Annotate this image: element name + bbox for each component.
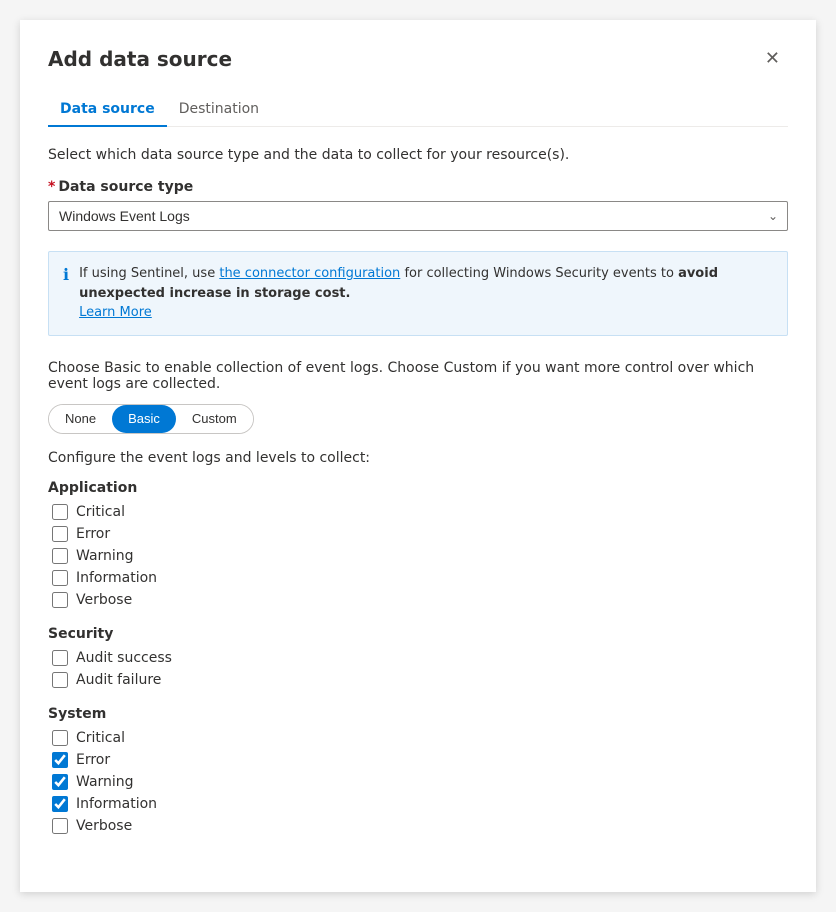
learn-more-link[interactable]: Learn More	[79, 305, 152, 320]
checkbox-application-verbose: Verbose	[48, 592, 788, 608]
info-box-text: If using Sentinel, use the connector con…	[79, 264, 773, 323]
checkbox-input-system-warning[interactable]	[52, 774, 68, 790]
checkbox-application-warning: Warning	[48, 548, 788, 564]
log-group-system-title: System	[48, 706, 788, 722]
toggle-basic[interactable]: Basic	[112, 405, 176, 434]
checkbox-label-application-critical: Critical	[76, 504, 125, 520]
checkbox-label-system-verbose: Verbose	[76, 818, 132, 834]
checkbox-input-application-critical[interactable]	[52, 504, 68, 520]
checkbox-application-error: Error	[48, 526, 788, 542]
checkbox-input-system-error[interactable]	[52, 752, 68, 768]
choose-description: Choose Basic to enable collection of eve…	[48, 360, 788, 392]
panel-title: Add data source	[48, 47, 232, 71]
tab-bar: Data source Destination	[48, 93, 788, 127]
checkbox-system-critical: Critical	[48, 730, 788, 746]
data-source-type-select[interactable]: Windows Event Logs Linux Syslog Performa…	[48, 201, 788, 231]
close-button[interactable]: ✕	[757, 44, 788, 73]
data-source-type-label: *Data source type	[48, 179, 788, 195]
checkbox-input-application-information[interactable]	[52, 570, 68, 586]
checkbox-label-security-audit-failure: Audit failure	[76, 672, 161, 688]
toggle-none[interactable]: None	[49, 405, 112, 434]
checkbox-label-system-information: Information	[76, 796, 157, 812]
checkbox-input-security-audit-failure[interactable]	[52, 672, 68, 688]
checkbox-system-error: Error	[48, 752, 788, 768]
checkbox-input-system-critical[interactable]	[52, 730, 68, 746]
checkbox-label-application-error: Error	[76, 526, 110, 542]
checkbox-input-application-verbose[interactable]	[52, 592, 68, 608]
checkbox-label-system-warning: Warning	[76, 774, 134, 790]
checkbox-label-application-verbose: Verbose	[76, 592, 132, 608]
checkbox-system-warning: Warning	[48, 774, 788, 790]
checkbox-label-system-critical: Critical	[76, 730, 125, 746]
data-source-type-wrapper: Windows Event Logs Linux Syslog Performa…	[48, 201, 788, 231]
checkbox-label-application-information: Information	[76, 570, 157, 586]
checkbox-system-information: Information	[48, 796, 788, 812]
checkbox-system-verbose: Verbose	[48, 818, 788, 834]
log-group-application-title: Application	[48, 480, 788, 496]
checkbox-label-system-error: Error	[76, 752, 110, 768]
checkbox-application-critical: Critical	[48, 504, 788, 520]
tab-destination[interactable]: Destination	[167, 93, 271, 127]
log-group-application: Application Critical Error Warning Infor…	[48, 480, 788, 608]
checkbox-input-application-warning[interactable]	[52, 548, 68, 564]
add-data-source-panel: Add data source ✕ Data source Destinatio…	[20, 20, 816, 892]
toggle-custom[interactable]: Custom	[176, 405, 253, 434]
connector-config-link[interactable]: the connector configuration	[219, 266, 400, 281]
collect-label: Configure the event logs and levels to c…	[48, 450, 788, 466]
tab-data-source[interactable]: Data source	[48, 93, 167, 127]
panel-header: Add data source ✕	[48, 44, 788, 73]
section-description: Select which data source type and the da…	[48, 147, 788, 163]
checkbox-security-audit-success: Audit success	[48, 650, 788, 666]
log-group-system: System Critical Error Warning Informatio…	[48, 706, 788, 834]
required-indicator: *	[48, 179, 55, 195]
checkbox-security-audit-failure: Audit failure	[48, 672, 788, 688]
checkbox-application-information: Information	[48, 570, 788, 586]
info-icon: ℹ	[63, 265, 69, 284]
checkbox-input-system-information[interactable]	[52, 796, 68, 812]
checkbox-input-security-audit-success[interactable]	[52, 650, 68, 666]
checkbox-label-security-audit-success: Audit success	[76, 650, 172, 666]
log-group-security-title: Security	[48, 626, 788, 642]
log-group-security: Security Audit success Audit failure	[48, 626, 788, 688]
checkbox-input-system-verbose[interactable]	[52, 818, 68, 834]
checkbox-label-application-warning: Warning	[76, 548, 134, 564]
info-box: ℹ If using Sentinel, use the connector c…	[48, 251, 788, 336]
collection-mode-toggle: None Basic Custom	[48, 404, 254, 435]
checkbox-input-application-error[interactable]	[52, 526, 68, 542]
